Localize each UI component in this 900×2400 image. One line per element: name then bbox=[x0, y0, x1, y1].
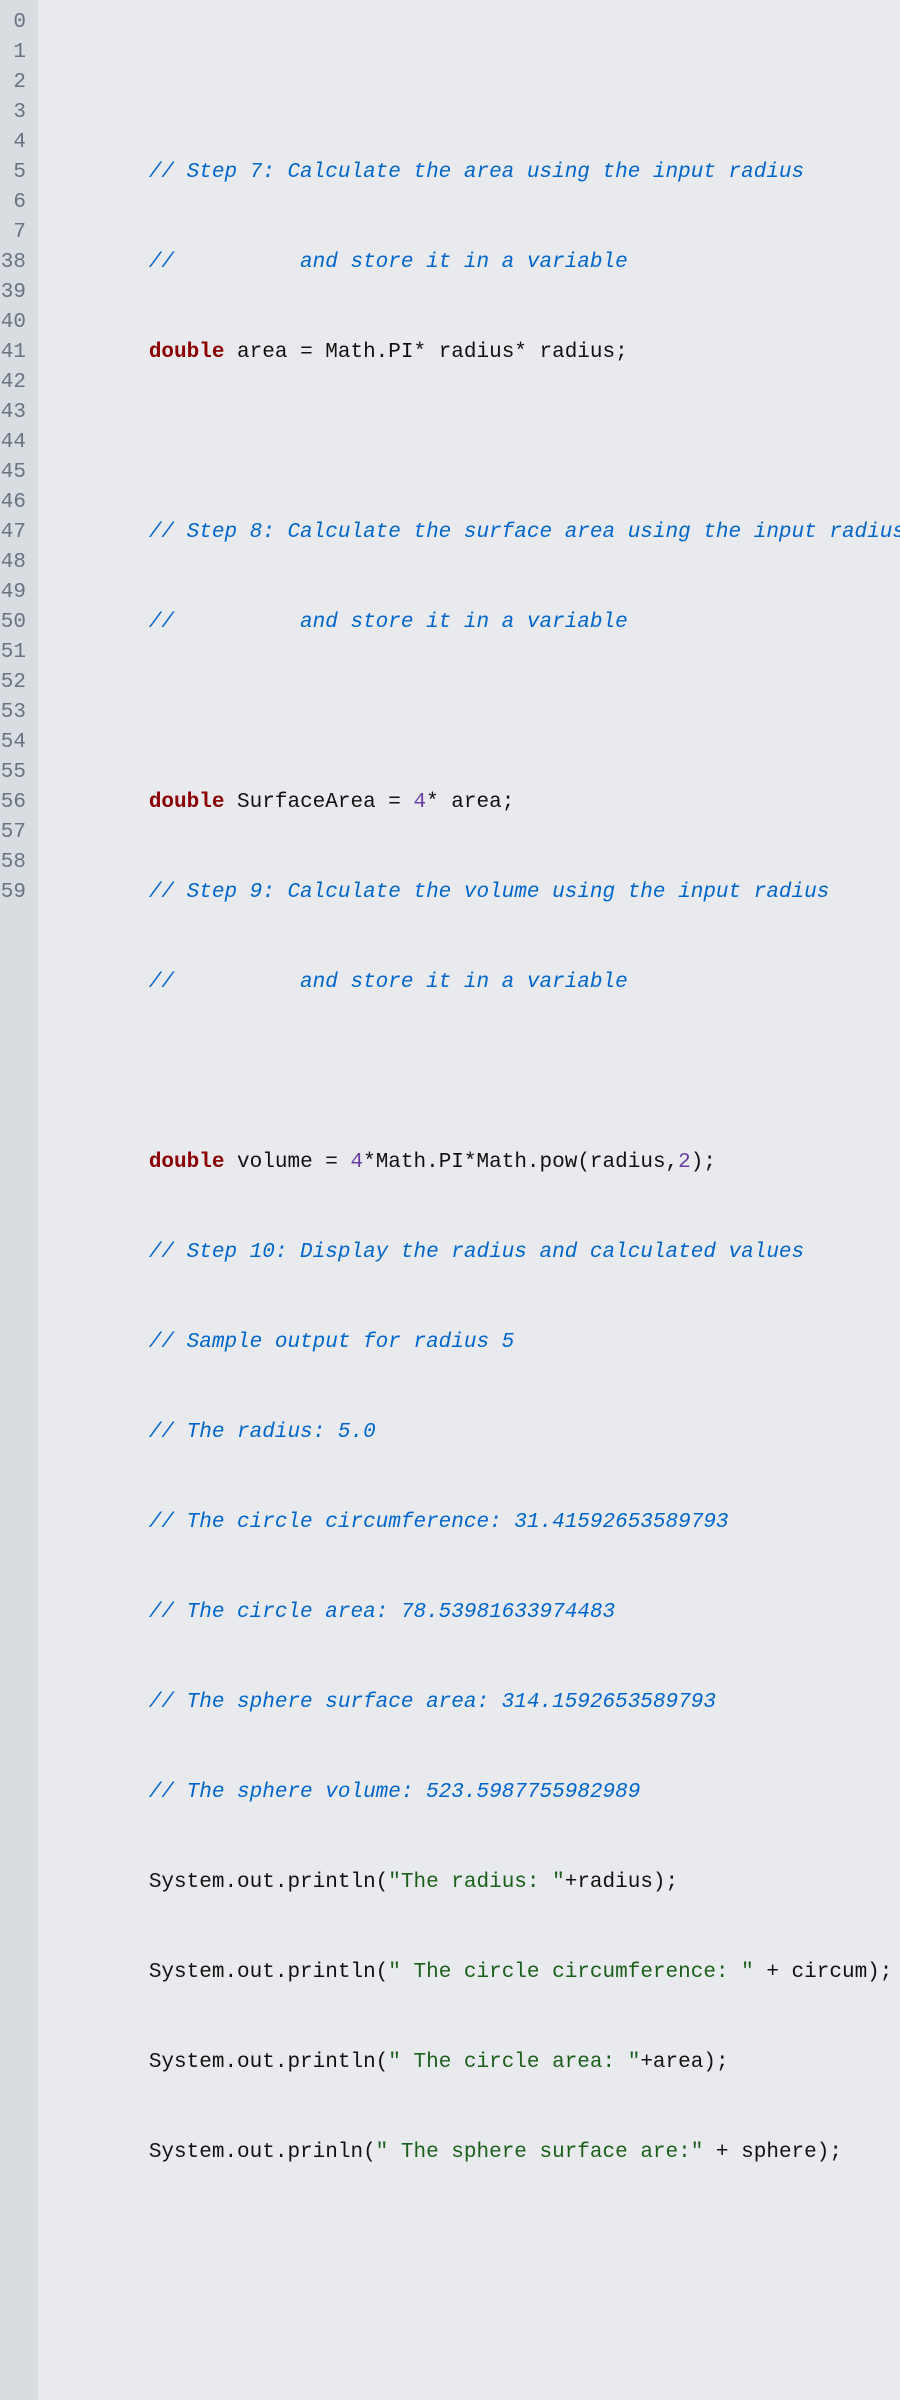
code-line: // and store it in a variable bbox=[48, 608, 900, 638]
code-line: System.out.println("The radius: "+radius… bbox=[48, 1868, 900, 1898]
code-line: // Step 8: Calculate the surface area us… bbox=[48, 518, 900, 548]
code-line: // and store it in a variable bbox=[48, 968, 900, 998]
code-line bbox=[48, 698, 900, 728]
code-line: // Step 10: Display the radius and calcu… bbox=[48, 1238, 900, 1268]
code-line: // Step 9: Calculate the volume using th… bbox=[48, 878, 900, 908]
line-number-gutter: 0 1 2 3 4 5 6 7 38 39 40 41 42 43 44 45 … bbox=[0, 0, 38, 2400]
code-line bbox=[48, 428, 900, 458]
code-line bbox=[48, 2318, 900, 2348]
code-line: // The circle circumference: 31.41592653… bbox=[48, 1508, 900, 1538]
code-line: // Step 7: Calculate the area using the … bbox=[48, 158, 900, 188]
code-line: // The radius: 5.0 bbox=[48, 1418, 900, 1448]
code-line bbox=[48, 1058, 900, 1088]
code-line: double volume = 4*Math.PI*Math.pow(radiu… bbox=[48, 1148, 900, 1178]
code-line: // The sphere surface area: 314.15926535… bbox=[48, 1688, 900, 1718]
code-line: double area = Math.PI* radius* radius; bbox=[48, 338, 900, 368]
code-area[interactable]: // Step 7: Calculate the area using the … bbox=[38, 0, 900, 2400]
code-line: System.out.println(" The circle circumfe… bbox=[48, 1958, 900, 1988]
code-line: // The circle area: 78.53981633974483 bbox=[48, 1598, 900, 1628]
code-line: System.out.prinln(" The sphere surface a… bbox=[48, 2138, 900, 2168]
code-line: // The sphere volume: 523.5987755982989 bbox=[48, 1778, 900, 1808]
code-line bbox=[48, 68, 900, 98]
code-line bbox=[48, 2228, 900, 2258]
code-editor[interactable]: 0 1 2 3 4 5 6 7 38 39 40 41 42 43 44 45 … bbox=[0, 0, 900, 2400]
code-line: double SurfaceArea = 4* area; bbox=[48, 788, 900, 818]
code-line: System.out.println(" The circle area: "+… bbox=[48, 2048, 900, 2078]
code-line: // Sample output for radius 5 bbox=[48, 1328, 900, 1358]
code-line: // and store it in a variable bbox=[48, 248, 900, 278]
